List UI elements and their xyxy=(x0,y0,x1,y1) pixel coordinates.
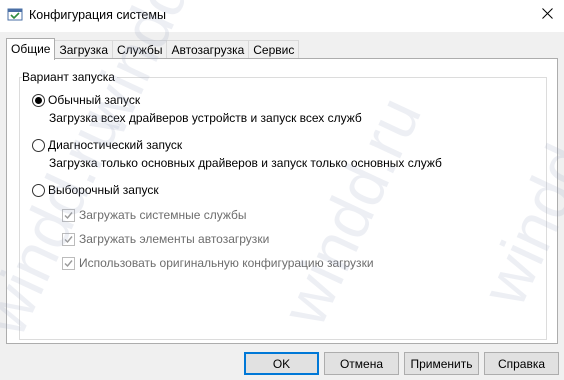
tab-general[interactable]: Общие xyxy=(6,38,56,60)
radio-button[interactable] xyxy=(32,138,45,152)
load-startup-items-label: Загружать элементы автозагрузки xyxy=(79,232,270,246)
tab-startup[interactable]: Автозагрузка xyxy=(166,40,250,60)
use-original-boot-config-label: Использовать оригинальную конфигурацию з… xyxy=(79,256,374,270)
selective-startup-radio[interactable]: Выборочный запуск xyxy=(32,183,159,197)
load-system-services-label: Загружать системные службы xyxy=(79,208,247,222)
checkbox-checked-disabled[interactable] xyxy=(62,208,75,222)
title-bar: Конфигурация системы xyxy=(0,0,564,32)
msconfig-icon xyxy=(7,7,23,23)
tab-services[interactable]: Службы xyxy=(112,40,168,60)
system-configuration-window: Конфигурация системы Общие Загрузка Служ… xyxy=(0,0,564,380)
apply-button[interactable]: Применить xyxy=(404,352,479,375)
radio-button[interactable] xyxy=(32,183,45,197)
tab-tools[interactable]: Сервис xyxy=(248,40,300,60)
ok-button[interactable]: OK xyxy=(244,352,319,375)
checkbox-checked-disabled[interactable] xyxy=(62,256,75,270)
selective-startup-label: Выборочный запуск xyxy=(48,183,159,197)
normal-startup-radio[interactable]: Обычный запуск xyxy=(32,93,140,107)
normal-startup-description: Загрузка всех драйверов устройств и запу… xyxy=(49,111,362,125)
tab-boot[interactable]: Загрузка xyxy=(54,40,113,60)
diagnostic-startup-label: Диагностический запуск xyxy=(48,138,183,152)
diagnostic-startup-radio[interactable]: Диагностический запуск xyxy=(32,138,182,152)
close-icon xyxy=(541,8,553,22)
diagnostic-startup-description: Загрузка только основных драйверов и зап… xyxy=(49,156,442,170)
load-system-services-checkbox[interactable]: Загружать системные службы xyxy=(62,208,247,222)
group-title: Вариант запуска xyxy=(22,70,117,84)
help-button[interactable]: Справка xyxy=(484,352,559,375)
cancel-button[interactable]: Отмена xyxy=(324,352,399,375)
load-startup-items-checkbox[interactable]: Загружать элементы автозагрузки xyxy=(62,232,269,246)
general-tab-panel: Вариант запуска Обычный запуск Загрузка … xyxy=(6,58,558,344)
window-title: Конфигурация системы xyxy=(29,8,166,22)
radio-button-checked[interactable] xyxy=(32,93,45,107)
use-original-boot-config-checkbox[interactable]: Использовать оригинальную конфигурацию з… xyxy=(62,256,374,270)
close-button[interactable] xyxy=(530,0,564,30)
tab-strip: Общие Загрузка Службы Автозагрузка Серви… xyxy=(6,38,300,60)
checkbox-checked-disabled[interactable] xyxy=(62,232,75,246)
normal-startup-label: Обычный запуск xyxy=(48,93,141,107)
